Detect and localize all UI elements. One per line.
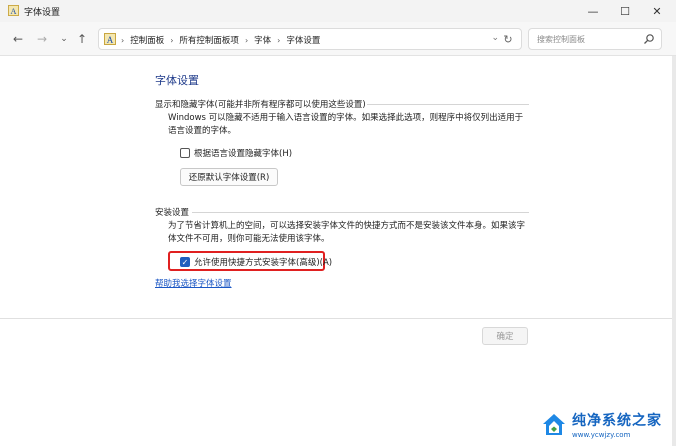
navigation-bar: ← → ⌄ ↑ A › 控制面板 › 所有控制面板项 › 字体 › 字体设置 ⌄… (0, 22, 676, 56)
breadcrumb-item-all-items[interactable]: 所有控制面板项 (179, 34, 239, 46)
hide-fonts-checkbox[interactable] (180, 148, 190, 158)
search-placeholder: 搜索控制面板 (537, 35, 585, 44)
control-panel-icon: A (104, 33, 116, 45)
watermark-url: www.ycwjzy.com (572, 430, 631, 439)
back-button[interactable]: ← (10, 31, 26, 47)
minimize-button[interactable]: — (578, 0, 608, 22)
control-panel-app-icon: A (8, 5, 19, 16)
restore-default-font-settings-button[interactable]: 还原默认字体设置(R) (180, 168, 278, 186)
breadcrumb-separator-icon: › (121, 35, 125, 45)
footer-divider (0, 318, 676, 319)
forward-button[interactable]: → (34, 31, 50, 47)
address-dropdown-icon[interactable]: ⌄ (491, 33, 499, 43)
title-bar: A 字体设置 — ☐ ✕ (0, 0, 676, 22)
shortcut-install-checkbox[interactable]: ✓ (180, 257, 190, 267)
checkmark-icon: ✓ (181, 257, 189, 267)
close-button[interactable]: ✕ (642, 0, 672, 22)
ok-button[interactable]: 确定 (482, 327, 528, 345)
page-title: 字体设置 (155, 74, 199, 87)
maximize-icon: ☐ (620, 4, 630, 18)
breadcrumb-item-control-panel[interactable]: 控制面板 (130, 34, 164, 46)
chevron-down-icon: ⌄ (60, 34, 68, 44)
search-input[interactable]: 搜索控制面板 (528, 28, 662, 50)
close-icon: ✕ (652, 4, 662, 18)
shortcut-install-checkbox-row[interactable]: ✓ 允许使用快捷方式安装字体(高级)(A) (180, 256, 332, 268)
address-bar[interactable]: A › 控制面板 › 所有控制面板项 › 字体 › 字体设置 ⌄ (98, 28, 522, 50)
shortcut-install-checkbox-label: 允许使用快捷方式安装字体(高级)(A) (194, 258, 333, 268)
svg-text:A: A (107, 35, 114, 45)
forward-arrow-icon: → (36, 32, 48, 46)
up-arrow-icon: ↑ (76, 32, 88, 46)
breadcrumb: › 控制面板 › 所有控制面板项 › 字体 › 字体设置 (121, 34, 320, 47)
watermark-name: 纯净系统之家 (572, 412, 662, 429)
house-logo-icon (543, 414, 565, 435)
hide-fonts-checkbox-label: 根据语言设置隐藏字体(H) (194, 149, 293, 159)
breadcrumb-separator-icon: › (244, 35, 249, 45)
section-install-description: 为了节省计算机上的空间，可以选择安装字体文件的快捷方式而不是安装该文件本身。如果… (168, 221, 526, 244)
back-arrow-icon: ← (12, 32, 24, 46)
search-icon (644, 34, 654, 44)
recent-locations-button[interactable]: ⌄ (56, 31, 72, 47)
refresh-icon: ↻ (503, 32, 513, 46)
section-divider (192, 212, 529, 213)
section-show-hide-description: Windows 可以隐藏不适用于输入语言设置的字体。如果选择此选项，则程序中将仅… (168, 113, 524, 136)
breadcrumb-item-font-settings[interactable]: 字体设置 (286, 34, 320, 46)
hide-fonts-checkbox-row[interactable]: 根据语言设置隐藏字体(H) (180, 147, 292, 159)
section-divider (367, 104, 529, 105)
breadcrumb-separator-icon: › (277, 35, 281, 45)
section-install-label: 安装设置 (155, 208, 190, 218)
site-watermark: 纯净系统之家 www.ycwjzy.com (540, 404, 672, 444)
refresh-button[interactable]: ↻ (500, 31, 516, 47)
window-edge (672, 56, 676, 446)
breadcrumb-separator-icon: › (170, 35, 174, 45)
svg-text:A: A (11, 7, 17, 16)
up-button[interactable]: ↑ (74, 31, 90, 47)
minimize-icon: — (587, 4, 599, 18)
breadcrumb-item-fonts[interactable]: 字体 (254, 34, 271, 46)
window-title: 字体设置 (24, 8, 61, 18)
help-choose-font-settings-link[interactable]: 帮助我选择字体设置 (155, 277, 232, 289)
section-show-hide-label: 显示和隐藏字体(可能并非所有程序都可以使用这些设置) (155, 100, 366, 110)
maximize-button[interactable]: ☐ (610, 0, 640, 22)
